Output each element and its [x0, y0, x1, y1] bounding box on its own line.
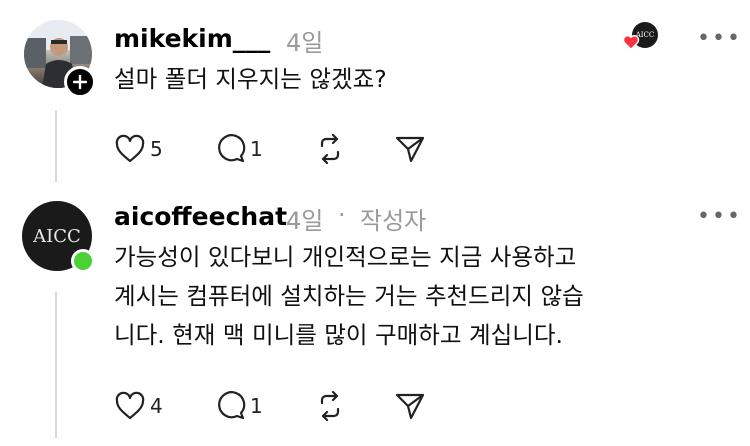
heart-filled-icon	[622, 35, 640, 50]
thread-line	[55, 292, 57, 438]
more-icon: •••	[697, 26, 742, 51]
follow-plus-button[interactable]	[64, 66, 96, 98]
author-liked-badge: AICC	[622, 22, 660, 52]
repost-button[interactable]	[314, 391, 346, 421]
thread-line	[55, 110, 57, 182]
like-button[interactable]: 5	[114, 134, 163, 164]
reply-text-line-3: 니다. 현재 맥 미니를 많이 구매하고 계십니다.	[114, 321, 563, 349]
more-options-button[interactable]: •••	[697, 206, 742, 228]
more-icon: •••	[697, 204, 742, 229]
avatar-text: AICC	[33, 225, 81, 247]
heart-icon	[115, 391, 145, 420]
more-options-button[interactable]: •••	[697, 28, 742, 50]
comment-count: 1	[250, 137, 263, 161]
reply-text: 설마 폴더 지우지는 않겠죠?	[114, 65, 387, 93]
share-button[interactable]	[394, 134, 426, 164]
meta-separator: ·	[338, 201, 346, 229]
reply-timestamp: 4일	[286, 207, 324, 235]
reply-username[interactable]: aicoffeechat	[114, 202, 287, 231]
repost-icon	[320, 134, 340, 164]
heart-icon	[115, 134, 145, 163]
comment-button[interactable]: 1	[214, 391, 263, 421]
like-count: 4	[150, 394, 163, 418]
reply-text-line-1: 가능성이 있다보니 개인적으로는 지금 사용하고	[114, 243, 577, 271]
online-status-dot	[71, 249, 95, 273]
follow-plus-icon	[73, 75, 87, 89]
repost-button[interactable]	[314, 134, 346, 164]
reply-timestamp: 4일	[286, 29, 324, 57]
comment-count: 1	[250, 394, 263, 418]
comment-icon	[218, 391, 246, 420]
share-icon	[395, 136, 425, 163]
like-count: 5	[150, 137, 163, 161]
author-tag: 작성자	[360, 207, 427, 235]
repost-icon	[320, 391, 340, 421]
like-button[interactable]: 4	[114, 391, 163, 421]
share-button[interactable]	[394, 391, 426, 421]
share-icon	[395, 393, 425, 420]
comment-icon	[218, 134, 246, 163]
reply-username[interactable]: mikekim___	[114, 24, 270, 53]
comment-button[interactable]: 1	[214, 134, 263, 164]
reply-text-line-2: 계시는 컴퓨터에 설치하는 거는 추천드리지 않습	[114, 282, 584, 310]
